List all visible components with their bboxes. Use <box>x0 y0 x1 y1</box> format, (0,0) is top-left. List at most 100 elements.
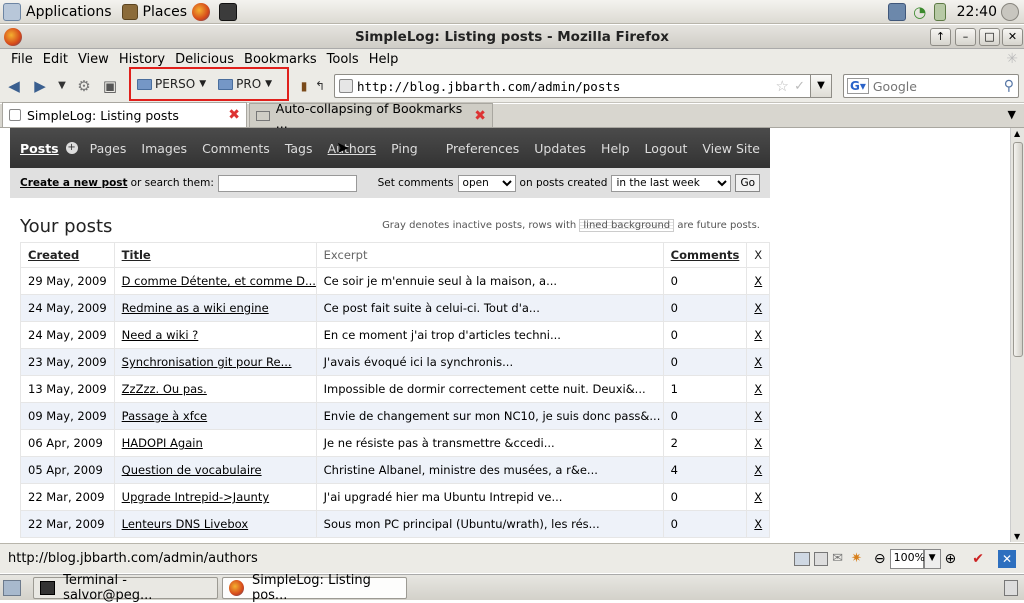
gear-icon[interactable]: ⚙ <box>74 76 94 96</box>
nav-logout[interactable]: Logout <box>645 141 688 156</box>
places-menu[interactable]: Places <box>119 0 191 24</box>
cell-delete[interactable]: X <box>746 321 771 349</box>
zoom-dropdown-icon[interactable]: ▼ <box>923 548 941 569</box>
cell-title[interactable]: Upgrade Intrepid->Jaunty <box>113 483 317 511</box>
zoom-out-icon[interactable]: ⊖ <box>874 551 886 567</box>
scroll-down-icon[interactable]: ▼ <box>1014 532 1020 541</box>
go-button[interactable]: Go <box>735 174 760 192</box>
cell-title[interactable]: Need a wiki ? <box>113 321 317 349</box>
window-titlebar[interactable]: SimpleLog: Listing posts - Mozilla Firef… <box>0 25 1024 49</box>
create-new-post-link[interactable]: Create a new post <box>20 177 128 189</box>
cell-title[interactable]: Redmine as a wiki engine <box>113 294 317 322</box>
bookmark-star-icon[interactable]: ☆ <box>776 77 789 95</box>
nav-tags[interactable]: Tags <box>285 141 313 156</box>
taskbar-terminal[interactable]: Terminal - salvor@peg... <box>33 573 218 603</box>
tag-icon[interactable]: ↰ <box>310 76 330 96</box>
cell-title[interactable]: Passage à xfce <box>113 402 317 430</box>
close-tab-icon[interactable]: ✖ <box>228 107 240 123</box>
trash-icon[interactable] <box>1004 579 1018 596</box>
clock[interactable]: 22:40 <box>957 4 997 20</box>
cell-title[interactable]: Lenteurs DNS Livebox <box>113 510 317 538</box>
post-search-input[interactable] <box>217 174 357 192</box>
header-comments[interactable]: Comments <box>662 242 748 268</box>
menu-history[interactable]: History <box>114 52 170 67</box>
applications-menu[interactable]: Applications <box>0 0 115 24</box>
menu-bookmarks[interactable]: Bookmarks <box>239 52 322 67</box>
scroll-up-icon[interactable]: ▲ <box>1014 129 1020 138</box>
add-post-plus-icon[interactable]: + <box>65 142 78 154</box>
google-engine-icon[interactable]: G▾ <box>847 78 869 94</box>
header-title[interactable]: Title <box>113 242 317 268</box>
history-dropdown-icon[interactable]: ▼ <box>56 76 68 96</box>
xmarks-icon[interactable]: ✕ <box>998 549 1016 568</box>
cell-delete[interactable]: X <box>746 348 771 376</box>
wifi-icon[interactable]: ◔ <box>911 3 929 21</box>
nav-pages[interactable]: Pages <box>90 141 127 156</box>
power-icon[interactable] <box>1001 2 1019 21</box>
zoom-in-icon[interactable]: ⊕ <box>945 551 957 567</box>
header-created[interactable]: Created <box>20 242 115 268</box>
magnifier-icon[interactable]: ⚲ <box>1004 78 1014 94</box>
menu-edit[interactable]: Edit <box>38 52 73 67</box>
tab-auto-collapsing[interactable]: Auto-collapsing of Bookmarks ... ✖ <box>249 101 493 131</box>
cell-title[interactable]: ZzZzz. Ou pas. <box>113 375 317 403</box>
terminal-launcher-icon[interactable] <box>219 2 238 21</box>
back-arrow-icon[interactable]: ◀ <box>4 76 24 96</box>
comments-status-select[interactable]: open <box>457 174 516 192</box>
cell-title[interactable]: Synchronisation git pour Re... <box>113 348 317 376</box>
tab-list-dropdown-icon[interactable]: ▼ <box>1008 108 1016 121</box>
nav-comments[interactable]: Comments <box>202 141 270 156</box>
bag-icon[interactable]: ▣ <box>100 76 120 96</box>
vertical-scrollbar[interactable]: ▲ ▼ <box>1010 128 1024 542</box>
url-dropdown-button[interactable]: ▼ <box>810 74 832 98</box>
check-icon[interactable]: ✓ <box>794 79 805 94</box>
menu-file[interactable]: File <box>6 52 38 67</box>
cell-delete[interactable]: X <box>746 483 771 511</box>
search-input[interactable] <box>872 78 983 94</box>
forward-arrow-icon[interactable]: ▶ <box>30 76 50 96</box>
window-menu-up-button[interactable]: ↑ <box>930 28 951 46</box>
nav-updates[interactable]: Updates <box>534 141 586 156</box>
menu-tools[interactable]: Tools <box>322 52 364 67</box>
network-icon[interactable] <box>887 2 906 21</box>
cell-title[interactable]: Question de vocabulaire <box>113 456 317 484</box>
firefox-launcher-icon[interactable] <box>192 2 211 21</box>
close-window-button[interactable]: ✕ <box>1002 28 1023 46</box>
taskbar-firefox[interactable]: SimpleLog: Listing pos... <box>222 573 407 603</box>
minimize-button[interactable]: – <box>955 28 976 46</box>
nav-help[interactable]: Help <box>601 141 630 156</box>
bookmark-folder-pro[interactable]: PRO ▼ <box>218 77 272 91</box>
mail-icon[interactable]: ✉ <box>832 551 843 566</box>
menu-help[interactable]: Help <box>364 52 404 67</box>
tab-simplelog[interactable]: SimpleLog: Listing posts ✖ <box>2 102 247 127</box>
cell-delete[interactable]: X <box>746 267 771 295</box>
delicious-status-icon[interactable]: ✔ <box>972 551 984 567</box>
nav-authors[interactable]: Authors <box>328 141 377 156</box>
zoom-level-box[interactable]: 100% <box>889 548 925 569</box>
nav-preferences[interactable]: Preferences <box>446 141 520 156</box>
cell-delete[interactable]: X <box>746 375 771 403</box>
created-range-select[interactable]: in the last week <box>611 174 732 192</box>
cell-delete[interactable]: X <box>746 402 771 430</box>
cell-title[interactable]: HADOPI Again <box>113 429 317 457</box>
nav-ping[interactable]: Ping <box>391 141 418 156</box>
url-input[interactable] <box>357 78 757 94</box>
cell-delete[interactable]: X <box>746 429 771 457</box>
firebug-icon[interactable]: ✷ <box>851 551 862 566</box>
nav-view-site[interactable]: View Site <box>702 141 760 156</box>
scrollbar-thumb[interactable] <box>1013 142 1023 357</box>
cell-title[interactable]: D comme Détente, et comme D... <box>113 267 317 295</box>
menu-view[interactable]: View <box>73 52 114 67</box>
bookmark-folder-perso[interactable]: PERSO ▼ <box>137 77 206 91</box>
show-desktop-icon[interactable] <box>3 579 21 596</box>
cell-delete[interactable]: X <box>746 294 771 322</box>
nav-images[interactable]: Images <box>141 141 187 156</box>
cell-delete[interactable]: X <box>746 510 771 538</box>
puzzle-icon[interactable] <box>814 551 829 566</box>
grid-icon[interactable] <box>794 551 811 566</box>
nav-posts[interactable]: Posts <box>20 141 59 156</box>
maximize-button[interactable]: □ <box>979 28 1000 46</box>
search-box[interactable]: G▾ ⚲ <box>843 74 1019 98</box>
url-bar[interactable]: ☆ ✓ <box>334 74 812 98</box>
close-tab-icon[interactable]: ✖ <box>474 108 486 124</box>
